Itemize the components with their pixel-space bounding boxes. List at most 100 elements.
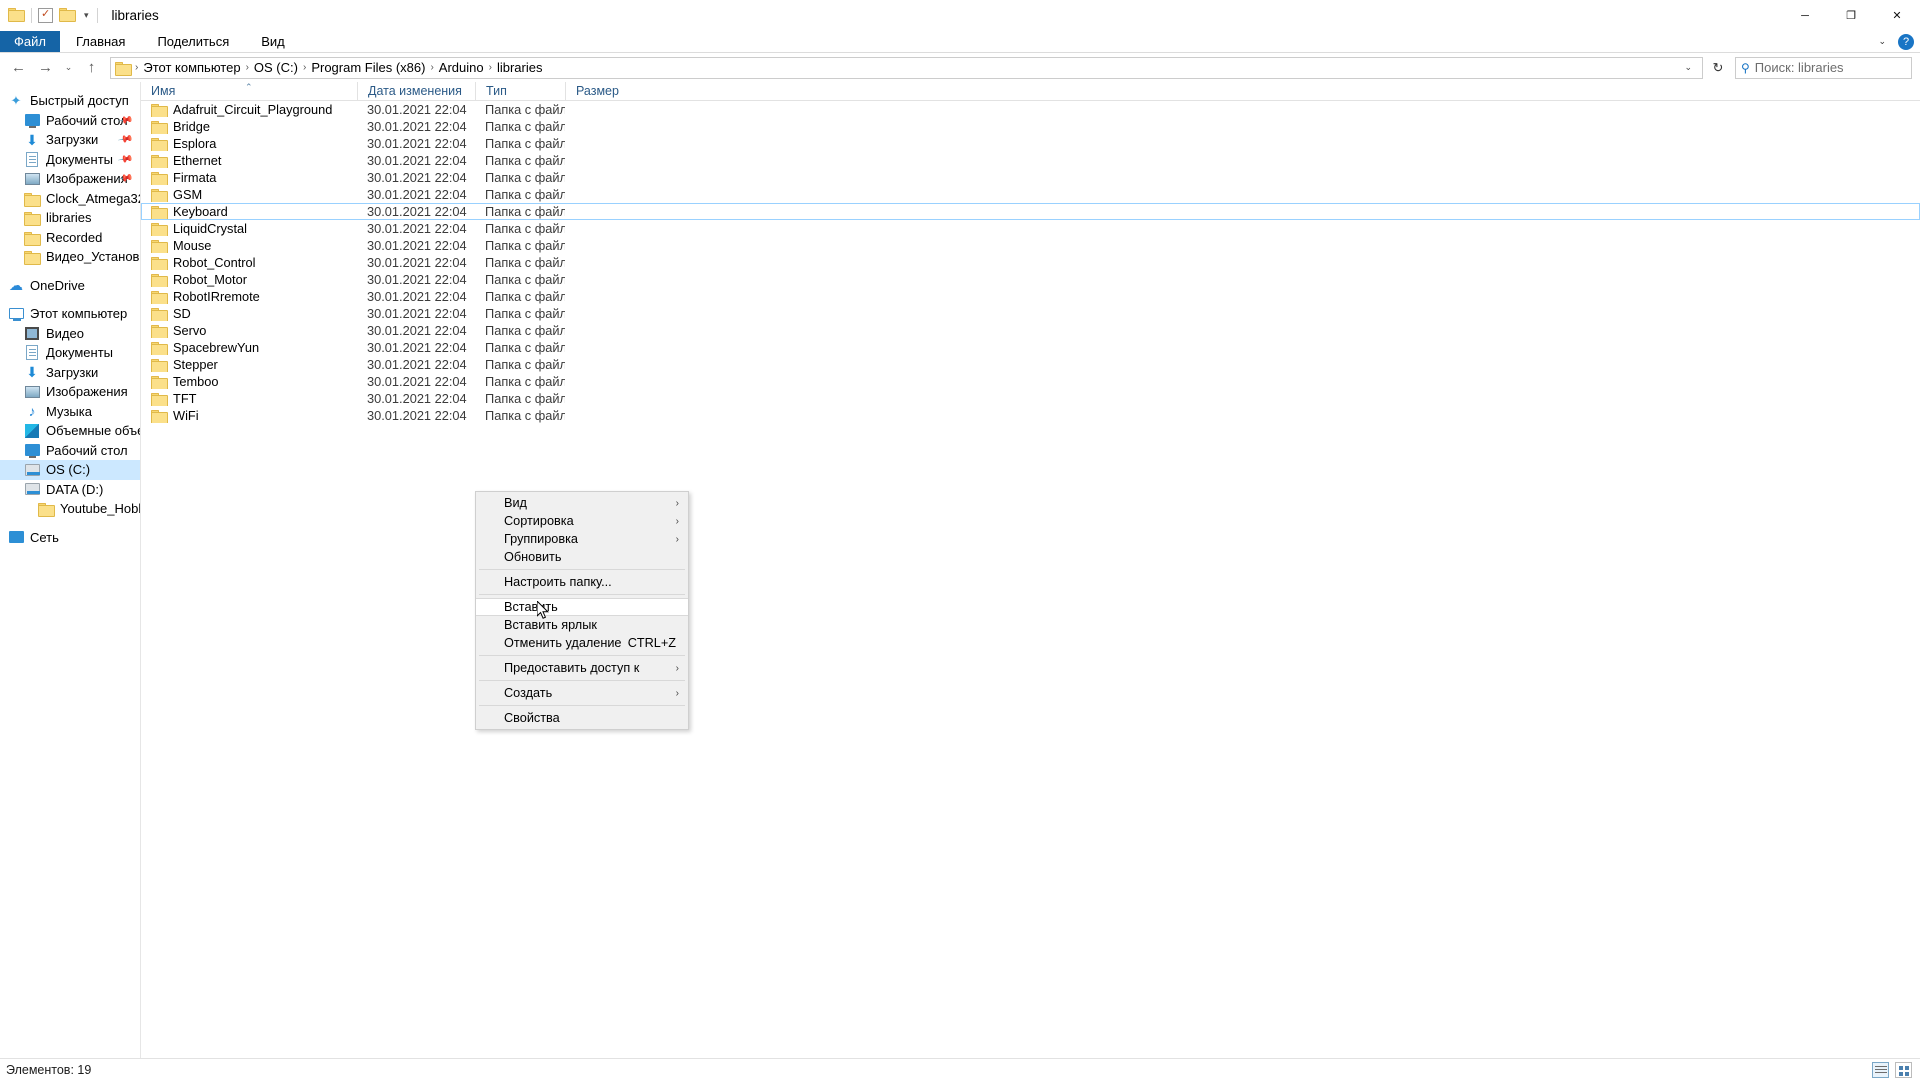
minimize-button[interactable]: ─ <box>1782 0 1828 31</box>
table-row[interactable]: Robot_Motor 30.01.2021 22:04 Папка с файла… <box>141 271 1920 288</box>
sidebar-item-desktop-qa[interactable]: Рабочий стол 📌 <box>0 111 140 131</box>
table-row[interactable]: Servo 30.01.2021 22:04 Папка с файлами <box>141 322 1920 339</box>
properties-checkmark-icon[interactable] <box>38 7 53 23</box>
table-row[interactable]: RobotIRremote 30.01.2021 22:04 Папка с фай… <box>141 288 1920 305</box>
table-row[interactable]: Ethernet 30.01.2021 22:04 Папка с файлами <box>141 152 1920 169</box>
context-menu[interactable]: Вид › Сортировка › Группировка › Обновить Настр… <box>475 491 689 730</box>
menu-item-группировка[interactable]: Группировка › <box>476 530 688 548</box>
chevron-right-icon: › <box>675 533 679 545</box>
table-row[interactable]: Adafruit_Circuit_Playground 30.01.2021 22… <box>141 101 1920 118</box>
customize-chevron-down-icon[interactable]: ▾ <box>82 10 91 21</box>
column-header-label: Тип <box>486 84 507 98</box>
sidebar-group-quick-access[interactable]: ✦ Быстрый доступ <box>0 91 140 111</box>
folder-icon[interactable] <box>8 7 25 24</box>
sidebar-item-downloads[interactable]: ⬇ Загрузки <box>0 363 140 383</box>
sidebar-group-this-pc[interactable]: Этот компьютер <box>0 304 140 324</box>
pictures-icon <box>24 384 40 400</box>
up-button[interactable]: ↑ <box>79 55 104 80</box>
cell-type: Папка с файлами <box>485 306 565 321</box>
table-row[interactable]: WiFi 30.01.2021 22:04 Папка с файлами <box>141 407 1920 424</box>
pin-icon[interactable]: 📌 <box>117 151 134 167</box>
sidebar-item-data-d[interactable]: DATA (D:) <box>0 480 140 500</box>
breadcrumb-libraries[interactable]: libraries <box>493 60 547 75</box>
menu-item-обновить[interactable]: Обновить <box>476 548 688 566</box>
navigation-pane[interactable]: ✦ Быстрый доступ Рабочий стол 📌 ⬇ Загруз… <box>0 82 140 1058</box>
cell-date: 30.01.2021 22:04 <box>367 136 467 151</box>
sidebar-item-downloads-qa[interactable]: ⬇ Загрузки 📌 <box>0 130 140 150</box>
sidebar-item-pictures-qa[interactable]: Изображения 📌 <box>0 169 140 189</box>
back-button[interactable]: ← <box>6 55 31 80</box>
column-header-date[interactable]: Дата изменения <box>357 82 475 100</box>
close-button[interactable]: ✕ <box>1874 0 1920 31</box>
table-row[interactable]: Bridge 30.01.2021 22:04 Папка с файлами <box>141 118 1920 135</box>
sidebar-item-documents[interactable]: Документы <box>0 343 140 363</box>
pin-icon[interactable]: 📌 <box>117 132 134 148</box>
sidebar-item-os-c[interactable]: OS (C:) <box>0 460 140 480</box>
search-input[interactable]: ⚲ Поиск: libraries <box>1735 56 1912 79</box>
recent-locations-chevron-down-icon[interactable]: ⌄ <box>60 55 77 80</box>
sidebar-item-recorded[interactable]: Recorded <box>0 228 140 248</box>
help-icon[interactable]: ? <box>1898 33 1914 50</box>
sidebar-item-clock-atmega328a[interactable]: Clock_Atmega328A <box>0 189 140 209</box>
menu-item-вставить-ярлык[interactable]: Вставить ярлык <box>476 616 688 634</box>
menu-item-label: Настроить папку... <box>504 575 612 589</box>
menu-item-создать[interactable]: Создать › <box>476 684 688 702</box>
table-row[interactable]: SD 30.01.2021 22:04 Папка с файлами <box>141 305 1920 322</box>
menu-item-вид[interactable]: Вид › <box>476 494 688 512</box>
menu-item-сортировка[interactable]: Сортировка › <box>476 512 688 530</box>
breadcrumb-this-pc[interactable]: Этот компьютер <box>139 60 244 75</box>
table-row[interactable]: Temboo 30.01.2021 22:04 Папка с файлами <box>141 373 1920 390</box>
table-row[interactable]: Esplora 30.01.2021 22:04 Папка с файлами <box>141 135 1920 152</box>
sidebar-item-label: Видео <box>46 325 84 341</box>
breadcrumb[interactable]: › Этот компьютер › OS (C:) › Program Fil… <box>110 56 1703 79</box>
sidebar-group-onedrive[interactable]: ☁ OneDrive <box>0 276 140 296</box>
tab-view[interactable]: Вид <box>245 31 301 52</box>
menu-item-настроить-папку[interactable]: Настроить папку... <box>476 573 688 591</box>
sidebar-group-network[interactable]: Сеть <box>0 528 140 548</box>
sidebar-item-documents-qa[interactable]: Документы 📌 <box>0 150 140 170</box>
sidebar-item-label: Recorded <box>46 229 103 245</box>
cell-name: Esplora <box>141 136 357 151</box>
large-icons-view-button[interactable] <box>1895 1061 1912 1078</box>
sidebar-item-pictures[interactable]: Изображения <box>0 382 140 402</box>
menu-item-отменить-удаление[interactable]: Отменить удаление CTRL+Z <box>476 634 688 652</box>
sidebar-item-music[interactable]: ♪ Музыка <box>0 402 140 422</box>
sidebar-item-3d-objects[interactable]: Объемные объект <box>0 421 140 441</box>
breadcrumb-program-files[interactable]: Program Files (x86) <box>307 60 429 75</box>
table-row[interactable]: Keyboard 30.01.2021 22:04 Папка с файлами <box>141 203 1920 220</box>
sidebar-item-video-ustanovka[interactable]: Видео_Установка_г <box>0 247 140 267</box>
menu-item-свойства[interactable]: Свойства <box>476 709 688 727</box>
forward-button[interactable]: → <box>33 55 58 80</box>
table-row[interactable]: LiquidCrystal 30.01.2021 22:04 Папка с фай… <box>141 220 1920 237</box>
column-header-type[interactable]: Тип <box>475 82 565 100</box>
file-rows[interactable]: Adafruit_Circuit_Playground 30.01.2021 22… <box>141 101 1920 1058</box>
menu-item-предоставить-доступ-к[interactable]: Предоставить доступ к › <box>476 659 688 677</box>
tab-file[interactable]: Файл <box>0 31 60 52</box>
tab-home[interactable]: Главная <box>60 31 141 52</box>
table-row[interactable]: TFT 30.01.2021 22:04 Папка с файлами <box>141 390 1920 407</box>
column-header-label: Размер <box>576 84 619 98</box>
table-row[interactable]: Mouse 30.01.2021 22:04 Папка с файлами <box>141 237 1920 254</box>
file-name-label: Ethernet <box>173 153 222 168</box>
table-row[interactable]: Robot_Control 30.01.2021 22:04 Папка с фай… <box>141 254 1920 271</box>
menu-item-вставить[interactable]: Вставить <box>476 598 688 616</box>
table-row[interactable]: SpacebrewYun 30.01.2021 22:04 Папка с файл… <box>141 339 1920 356</box>
maximize-button[interactable]: ❐ <box>1828 0 1874 31</box>
column-header-name[interactable]: Имя ⌃ <box>141 82 357 100</box>
sidebar-item-youtube-hobby[interactable]: Youtube_Hobby_H <box>0 499 140 519</box>
refresh-button[interactable]: ↻ <box>1705 57 1731 79</box>
table-row[interactable]: Firmata 30.01.2021 22:04 Папка с файлами <box>141 169 1920 186</box>
sidebar-item-desktop[interactable]: Рабочий стол <box>0 441 140 461</box>
address-dropdown-chevron-down-icon[interactable]: ⌄ <box>1678 62 1698 73</box>
tab-share[interactable]: Поделиться <box>141 31 245 52</box>
table-row[interactable]: GSM 30.01.2021 22:04 Папка с файлами <box>141 186 1920 203</box>
column-header-size[interactable]: Размер <box>565 82 629 100</box>
sidebar-item-libraries[interactable]: libraries <box>0 208 140 228</box>
sidebar-item-videos[interactable]: Видео <box>0 324 140 344</box>
table-row[interactable]: Stepper 30.01.2021 22:04 Папка с файлами <box>141 356 1920 373</box>
breadcrumb-os-c[interactable]: OS (C:) <box>250 60 302 75</box>
breadcrumb-arduino[interactable]: Arduino <box>435 60 488 75</box>
details-view-button[interactable] <box>1872 1061 1889 1078</box>
expand-ribbon-chevron-down-icon[interactable]: ⌄ <box>1878 36 1886 47</box>
new-folder-icon[interactable] <box>59 7 76 24</box>
